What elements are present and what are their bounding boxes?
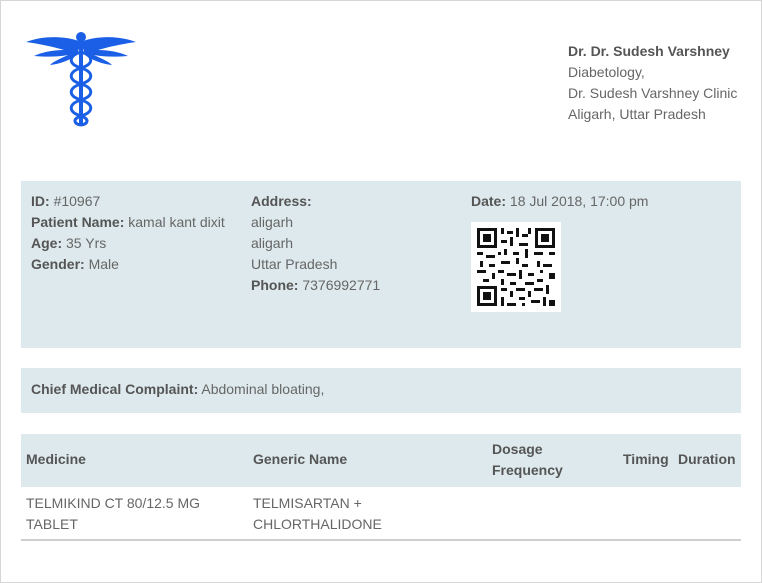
visit-date: Date: 18 Jul 2018, 17:00 pm: [471, 191, 648, 212]
gender-label: Gender:: [31, 256, 85, 272]
date-value: 18 Jul 2018, 17:00 pm: [509, 193, 649, 209]
medicine-name: TELMIKIND CT 80/12.5 MG TABLET: [26, 493, 200, 535]
clinic-name: Dr. Sudesh Varshney Clinic: [568, 85, 738, 101]
age-label: Age:: [31, 235, 63, 251]
phone-label: Phone:: [251, 277, 299, 293]
complaint-value: Abdominal bloating,: [201, 381, 325, 397]
generic-name-line1: TELMISARTAN +: [253, 495, 362, 511]
clinic-location: Aligarh, Uttar Pradesh: [568, 106, 706, 122]
header-dosage-frequency: Dosage Frequency: [492, 439, 563, 481]
header-duration: Duration: [678, 451, 736, 467]
address-details: Address: aligarh aligarh Uttar Pradesh P…: [251, 191, 380, 296]
patient-gender: Male: [88, 256, 119, 272]
generic-name: TELMISARTAN + CHLORTHALIDONE: [253, 493, 382, 535]
patient-age: 35 Yrs: [66, 235, 107, 251]
patient-info-panel: ID: #10967 Patient Name: kamal kant dixi…: [21, 181, 741, 348]
header-medicine: Medicine: [26, 451, 86, 467]
medicine-name-line2: TABLET: [26, 516, 78, 532]
patient-name-label: Patient Name:: [31, 214, 125, 230]
patient-details: ID: #10967 Patient Name: kamal kant dixi…: [31, 191, 225, 275]
patient-name: kamal kant dixit: [128, 214, 225, 230]
medicine-name-line1: TELMIKIND CT 80/12.5 MG: [26, 495, 201, 511]
address-line-2: aligarh: [251, 235, 294, 251]
doctor-info: Dr. Dr. Sudesh Varshney Diabetology, Dr.…: [568, 41, 737, 125]
chief-complaint-panel: Chief Medical Complaint: Abdominal bloat…: [21, 368, 741, 413]
qr-code: [471, 222, 561, 312]
patient-id: #10967: [53, 193, 101, 209]
address-label: Address:: [251, 193, 312, 209]
header-timing: Timing: [623, 451, 669, 467]
header-dosage-line1: Dosage: [492, 441, 543, 457]
generic-name-line2: CHLORTHALIDONE: [253, 516, 382, 532]
address-line-1: aligarh: [251, 214, 294, 230]
phone-number: 7376992771: [302, 277, 381, 293]
header-dosage-line2: Frequency: [492, 462, 563, 478]
doctor-specialty: Diabetology,: [568, 64, 645, 80]
id-label: ID:: [31, 193, 50, 209]
doctor-name: Dr. Dr. Sudesh Varshney: [568, 43, 730, 59]
caduceus-icon: [26, 32, 136, 127]
header-generic-name: Generic Name: [253, 451, 348, 467]
complaint-label: Chief Medical Complaint:: [31, 381, 199, 397]
address-line-3: Uttar Pradesh: [251, 256, 338, 272]
table-row: TELMIKIND CT 80/12.5 MG TABLET TELMISART…: [21, 487, 741, 541]
table-header: Medicine Generic Name Dosage Frequency T…: [21, 434, 741, 487]
medicines-table: Medicine Generic Name Dosage Frequency T…: [21, 434, 741, 541]
date-label: Date:: [471, 193, 507, 209]
